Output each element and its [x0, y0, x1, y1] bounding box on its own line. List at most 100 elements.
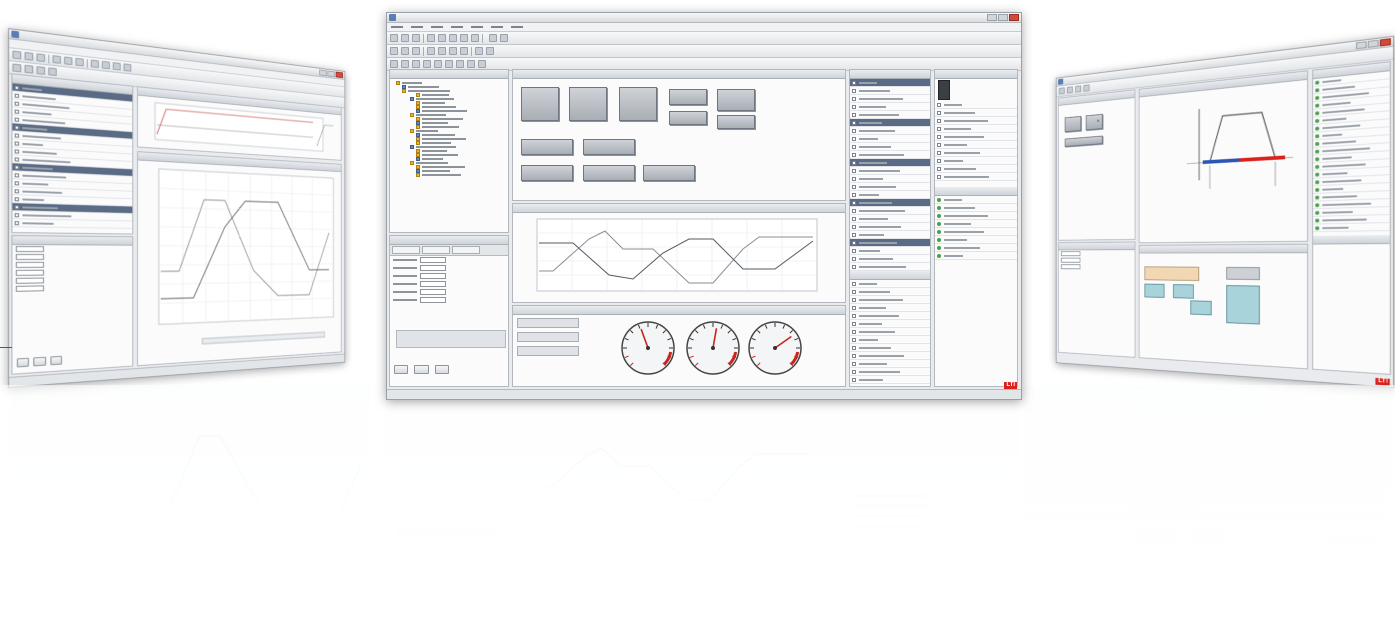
checkbox[interactable] — [852, 120, 856, 125]
properties-tab[interactable] — [422, 246, 450, 254]
align-left-icon[interactable] — [427, 47, 435, 55]
checkbox[interactable] — [852, 192, 856, 197]
connect-icon[interactable] — [390, 47, 398, 55]
stop-button[interactable] — [643, 165, 695, 181]
list-row[interactable] — [935, 196, 1017, 204]
io-icon[interactable] — [434, 60, 442, 68]
list-row[interactable] — [850, 103, 930, 111]
config-button[interactable] — [1064, 135, 1103, 147]
checkbox[interactable] — [852, 337, 856, 342]
list-row[interactable] — [850, 288, 930, 296]
checkbox[interactable] — [937, 134, 941, 139]
checkbox[interactable] — [852, 80, 856, 85]
checkbox[interactable] — [937, 158, 941, 163]
copy-icon[interactable] — [438, 34, 446, 42]
list-row[interactable] — [850, 247, 930, 255]
properties-tab[interactable] — [392, 246, 420, 254]
checkbox[interactable] — [852, 224, 856, 229]
close-icon[interactable] — [1009, 14, 1019, 21]
checkbox[interactable] — [852, 281, 856, 286]
list-row[interactable] — [935, 141, 1017, 149]
firmware-icon[interactable] — [456, 60, 464, 68]
list-row[interactable] — [850, 87, 930, 95]
properties-tab[interactable] — [452, 246, 480, 254]
list-row[interactable] — [850, 239, 930, 247]
value-field[interactable] — [1060, 264, 1081, 270]
checkbox[interactable] — [14, 101, 20, 106]
grid-icon[interactable] — [500, 34, 508, 42]
checkbox[interactable] — [852, 176, 856, 181]
checkbox[interactable] — [14, 85, 20, 90]
config-button[interactable] — [619, 87, 657, 121]
properties-button[interactable] — [394, 365, 409, 374]
filter-block[interactable] — [1144, 283, 1165, 298]
undo-icon[interactable] — [460, 34, 468, 42]
checkbox[interactable] — [852, 240, 856, 245]
list-row[interactable] — [850, 336, 930, 344]
parameter-icon[interactable] — [445, 60, 453, 68]
list-row[interactable] — [850, 384, 930, 386]
align-center-icon[interactable] — [438, 47, 446, 55]
help-icon[interactable] — [478, 60, 486, 68]
apply-button[interactable] — [16, 357, 30, 368]
plant-block[interactable] — [1226, 285, 1260, 325]
list-row[interactable] — [850, 312, 930, 320]
checkbox[interactable] — [14, 172, 20, 177]
list-row[interactable] — [850, 175, 930, 183]
checkbox[interactable] — [852, 369, 856, 374]
minimize-icon[interactable] — [1355, 41, 1367, 50]
checkbox[interactable] — [852, 248, 856, 253]
value-field[interactable] — [15, 277, 45, 284]
checkbox[interactable] — [852, 112, 856, 117]
menu-item[interactable] — [511, 26, 523, 28]
checkbox[interactable] — [937, 142, 941, 147]
input-block[interactable] — [1144, 266, 1200, 282]
list-row[interactable] — [1313, 223, 1390, 233]
list-row[interactable] — [935, 212, 1017, 220]
checkbox[interactable] — [852, 200, 856, 205]
motor-button[interactable]: ✕ — [1085, 113, 1103, 131]
checkbox[interactable] — [852, 184, 856, 189]
speed-button[interactable] — [521, 139, 573, 155]
list-row[interactable] — [850, 151, 930, 159]
paste-icon[interactable] — [449, 34, 457, 42]
list-row[interactable] — [850, 119, 930, 127]
motion-icon[interactable] — [423, 60, 431, 68]
distribute-icon[interactable] — [460, 47, 468, 55]
limiter-block[interactable] — [1190, 300, 1212, 316]
list-row[interactable] — [850, 183, 930, 191]
list-row[interactable] — [850, 143, 930, 151]
checkbox[interactable] — [14, 220, 20, 225]
checkbox[interactable] — [852, 313, 856, 318]
checkbox[interactable] — [14, 109, 20, 114]
checkbox[interactable] — [14, 124, 20, 130]
value-field[interactable] — [15, 261, 45, 268]
reset-button[interactable] — [521, 165, 573, 181]
scope-icon[interactable] — [412, 60, 420, 68]
checkbox[interactable] — [14, 93, 20, 98]
list-row[interactable] — [12, 219, 133, 229]
checkbox[interactable] — [14, 117, 20, 122]
save-icon[interactable] — [412, 34, 420, 42]
list-row[interactable] — [935, 165, 1017, 173]
drive-icon[interactable] — [12, 63, 22, 73]
maximize-icon[interactable] — [1367, 39, 1379, 48]
checkbox[interactable] — [14, 148, 20, 154]
list-row[interactable] — [850, 135, 930, 143]
list-row[interactable] — [850, 199, 930, 207]
checkbox[interactable] — [852, 104, 856, 109]
list-row[interactable] — [850, 296, 930, 304]
motion-icon[interactable] — [48, 67, 57, 77]
ok-button[interactable] — [33, 356, 47, 367]
checkbox[interactable] — [852, 88, 856, 93]
checkbox[interactable] — [852, 289, 856, 294]
list-row[interactable] — [850, 328, 930, 336]
settings-button[interactable] — [583, 139, 635, 155]
list-row[interactable] — [850, 167, 930, 175]
copy-icon[interactable] — [64, 56, 73, 66]
checkbox[interactable] — [852, 136, 856, 141]
list-row[interactable] — [850, 352, 930, 360]
menu-item[interactable] — [411, 26, 423, 28]
list-row[interactable] — [935, 228, 1017, 236]
checkbox[interactable] — [852, 377, 856, 382]
